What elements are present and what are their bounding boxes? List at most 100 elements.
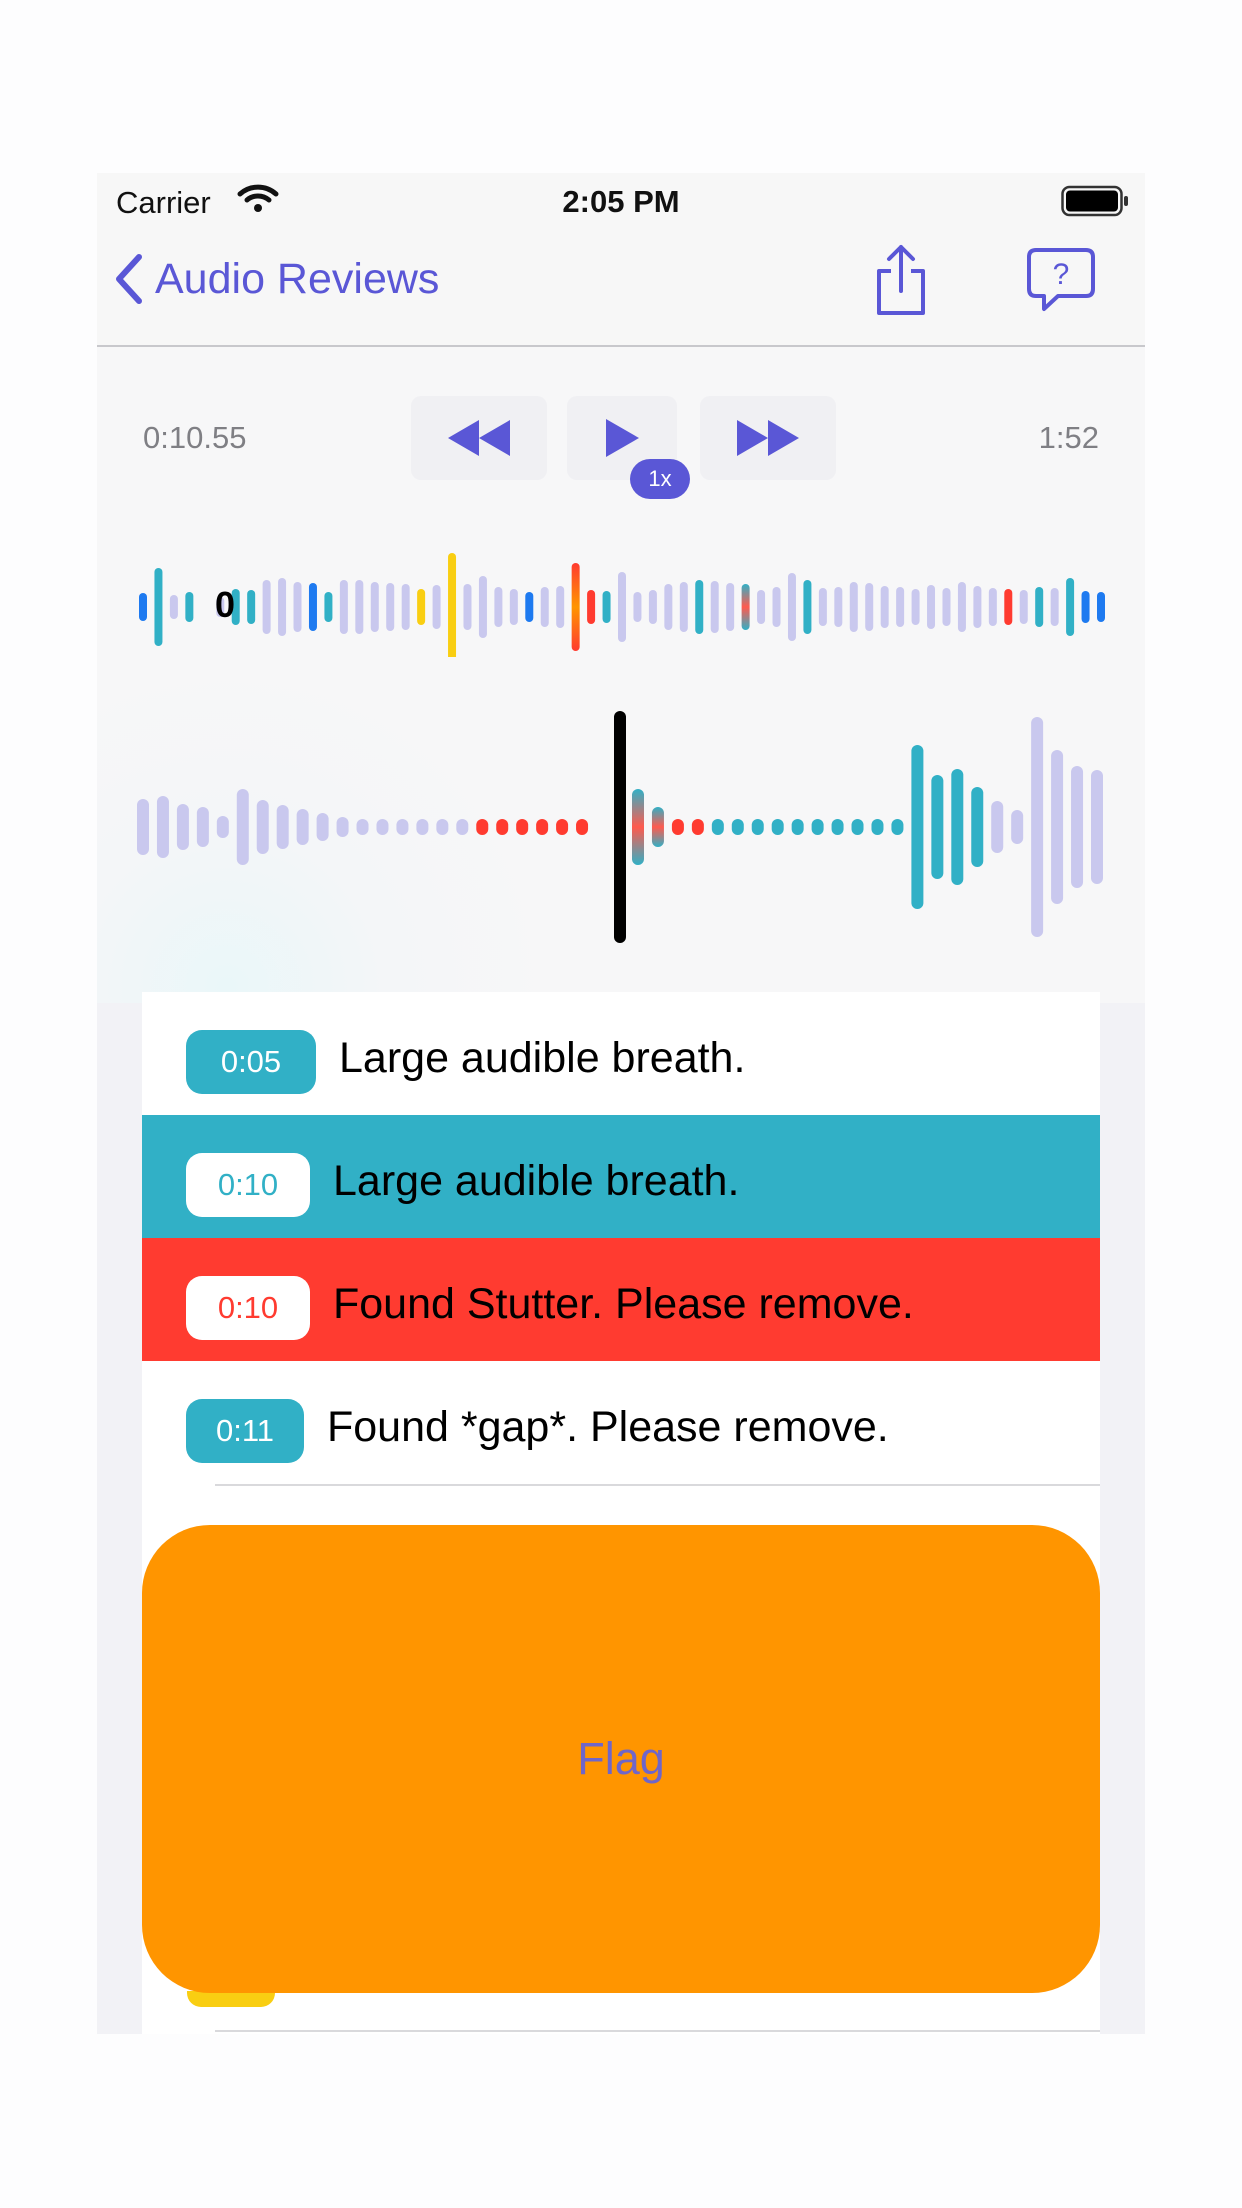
waveform-bar bbox=[834, 587, 843, 627]
waveform-bar bbox=[1081, 591, 1090, 623]
waveform-bar bbox=[308, 583, 317, 631]
marker-time-badge: 0:05 bbox=[186, 1030, 316, 1094]
waveform-bar bbox=[436, 819, 449, 835]
waveform-bar bbox=[316, 813, 329, 841]
waveform-bar bbox=[576, 819, 589, 835]
waveform-bar bbox=[516, 819, 529, 835]
waveform-bar bbox=[370, 582, 379, 632]
waveform-bar bbox=[1035, 587, 1044, 627]
marker-row-selected[interactable]: 0:10 Large audible breath. bbox=[142, 1115, 1100, 1238]
waveform-bar bbox=[1011, 810, 1024, 844]
waveform-bar bbox=[236, 789, 249, 865]
waveform-bar bbox=[247, 590, 256, 624]
marker-row-stutter[interactable]: 0:10 Found Stutter. Please remove. bbox=[142, 1238, 1100, 1361]
row-separator bbox=[215, 1484, 1100, 1486]
waveform-bar bbox=[496, 819, 509, 835]
waveform-bar bbox=[757, 590, 766, 624]
flag-button[interactable]: Flag bbox=[142, 1525, 1100, 1993]
waveform-bar bbox=[1071, 766, 1084, 888]
waveform-bar bbox=[791, 819, 804, 835]
waveform-bar bbox=[973, 586, 982, 628]
marker-text: Found Stutter. Please remove. bbox=[333, 1280, 914, 1328]
waveform-bar bbox=[139, 593, 147, 621]
waveform-bar bbox=[691, 819, 704, 835]
waveform-bar bbox=[648, 590, 657, 624]
waveform-bar bbox=[1051, 750, 1064, 904]
waveform-bar bbox=[137, 799, 149, 855]
waveform-bar bbox=[154, 568, 163, 646]
waveform-bar bbox=[911, 745, 924, 909]
back-button[interactable]: Audio Reviews bbox=[115, 253, 439, 305]
marker-text: Found *gap*. Please remove. bbox=[327, 1403, 889, 1451]
waveform-bar bbox=[927, 585, 936, 629]
overview-waveform[interactable]: 0 bbox=[97, 547, 1145, 657]
fast-forward-button[interactable] bbox=[700, 396, 836, 480]
waveform-bar bbox=[771, 819, 784, 835]
waveform-bar bbox=[711, 819, 724, 835]
waveform-bar bbox=[1019, 590, 1028, 624]
waveform-bar bbox=[865, 583, 874, 631]
waveform-bar bbox=[851, 819, 864, 835]
waveform-bar bbox=[695, 580, 704, 634]
waveform-bar bbox=[417, 589, 426, 625]
play-icon bbox=[606, 419, 639, 457]
waveform-bar bbox=[448, 553, 457, 657]
waveform-bar bbox=[896, 587, 905, 627]
svg-text:?: ? bbox=[1053, 258, 1070, 291]
waveform-bar bbox=[751, 819, 764, 835]
waveform-bar bbox=[931, 775, 944, 879]
waveform-bar bbox=[951, 769, 964, 885]
waveform-bar bbox=[880, 586, 889, 628]
waveform-bar bbox=[1097, 592, 1105, 622]
share-icon bbox=[877, 245, 925, 315]
waveform-bar bbox=[1066, 578, 1075, 636]
waveform-bar bbox=[1004, 589, 1013, 625]
waveform-bar bbox=[741, 584, 750, 630]
waveform-bar bbox=[664, 584, 673, 630]
help-button[interactable]: ? bbox=[1026, 247, 1096, 318]
waveform-bar bbox=[386, 583, 395, 631]
waveform-bar bbox=[818, 588, 827, 626]
waveform-bar bbox=[651, 807, 664, 847]
playback-speed-badge[interactable]: 1x bbox=[630, 459, 690, 499]
waveform-bar bbox=[339, 580, 348, 634]
share-button[interactable] bbox=[871, 243, 931, 324]
navigation-bar: Audio Reviews ? bbox=[97, 233, 1145, 347]
rewind-button[interactable] bbox=[411, 396, 547, 480]
waveform-bar bbox=[556, 819, 569, 835]
waveform-bar bbox=[478, 576, 487, 638]
waveform-bar bbox=[396, 819, 409, 835]
battery-icon bbox=[1061, 185, 1129, 222]
marker-row[interactable]: 0:11 Found *gap*. Please remove. bbox=[142, 1361, 1100, 1484]
waveform-bar bbox=[432, 585, 441, 629]
zoomed-waveform[interactable] bbox=[97, 707, 1145, 947]
marker-text: Large audible breath. bbox=[339, 1034, 746, 1082]
waveform-bar bbox=[156, 796, 169, 858]
waveform-bar bbox=[525, 592, 534, 622]
waveform-bar bbox=[356, 819, 369, 835]
marker-time-badge-partial bbox=[187, 1991, 275, 2007]
waveform-bar bbox=[632, 789, 644, 865]
waveform-bar bbox=[602, 591, 611, 623]
waveform-bar bbox=[296, 809, 309, 845]
waveform-bar bbox=[355, 580, 364, 634]
waveform-bar bbox=[463, 584, 472, 630]
audio-player: 0:10.55 1:52 1x 0 bbox=[97, 347, 1145, 1003]
waveform-bar bbox=[587, 590, 596, 624]
waveform-bar bbox=[494, 587, 503, 627]
waveform-bar bbox=[988, 588, 997, 626]
marker-time-badge: 0:10 bbox=[186, 1153, 310, 1217]
waveform-bar bbox=[731, 819, 744, 835]
rewind-icon bbox=[448, 420, 510, 456]
waveform-bar bbox=[891, 819, 904, 835]
waveform-bar bbox=[262, 580, 271, 634]
waveform-bar bbox=[772, 587, 781, 627]
waveform-bar bbox=[849, 582, 858, 632]
waveform-bar bbox=[293, 582, 302, 632]
row-separator bbox=[215, 2030, 1100, 2032]
marker-row[interactable]: 0:05 Large audible breath. bbox=[142, 992, 1100, 1115]
elapsed-time: 0:10.55 bbox=[143, 420, 247, 455]
waveform-bar bbox=[456, 819, 469, 835]
waveform-bar bbox=[176, 804, 189, 850]
waveform-bar bbox=[971, 787, 984, 867]
